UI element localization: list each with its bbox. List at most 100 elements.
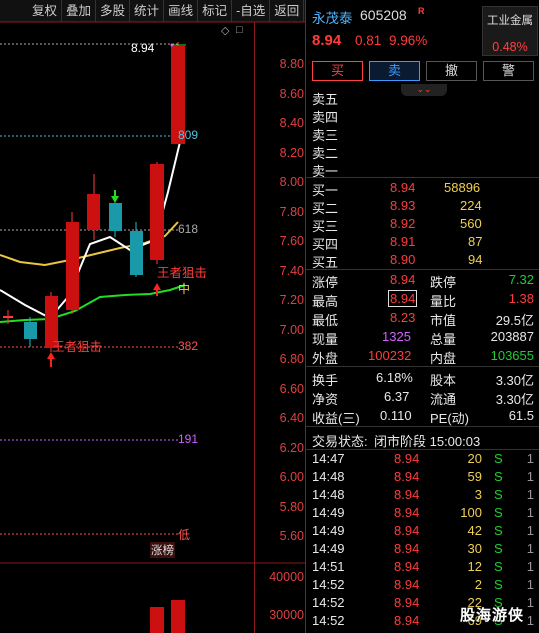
total-volume-value: 203887 bbox=[490, 329, 534, 344]
tick-time: 14:48 bbox=[312, 487, 345, 502]
volume-axis-label: 40000 bbox=[269, 570, 304, 584]
tick-side: S bbox=[494, 559, 503, 574]
tick-side: S bbox=[494, 451, 503, 466]
price-axis-label: 6.40 bbox=[279, 411, 304, 425]
tick-count: 1 bbox=[526, 541, 534, 556]
buy-level-volume: 87 bbox=[468, 234, 483, 249]
fund-row: 收益(三) 0.110 PE(动) 61.5 bbox=[306, 407, 539, 426]
share-capital-value: 3.30亿 bbox=[495, 373, 534, 388]
limit-up-value: 8.94 bbox=[390, 272, 416, 287]
stats-row: 现量 1325 总量 203887 bbox=[306, 328, 539, 347]
tick-price: 8.94 bbox=[394, 469, 420, 484]
tick-row: 14:48 8.94 59 S 1 bbox=[306, 469, 539, 487]
watermark-text: 股海游侠 bbox=[460, 607, 525, 624]
price-axis-label: 8.20 bbox=[279, 146, 304, 160]
toolbar-overlay-button[interactable]: 叠加 bbox=[62, 0, 97, 22]
stat-label: 内盘 bbox=[430, 351, 457, 366]
high-marker-dot bbox=[170, 43, 174, 47]
toolbar-stats-button[interactable]: 统计 bbox=[130, 0, 165, 22]
sell-book-row: 卖三 bbox=[306, 124, 539, 143]
stat-label: 换手 bbox=[312, 373, 339, 388]
tick-time: 14:49 bbox=[312, 523, 345, 538]
tick-volume: 30 bbox=[467, 541, 482, 556]
stat-label: 最低 bbox=[312, 313, 339, 328]
tick-price: 8.94 bbox=[394, 595, 420, 610]
tick-time: 14:49 bbox=[312, 541, 345, 556]
quote-panel: 永茂泰 605208 R 工业金属 0.48% 8.94 0.81 9.96% … bbox=[305, 0, 539, 633]
tick-price: 8.94 bbox=[394, 559, 420, 574]
tick-side: S bbox=[494, 541, 503, 556]
sell-book-row: 卖五 bbox=[306, 88, 539, 107]
tick-count: 1 bbox=[526, 559, 534, 574]
kline-chart[interactable]: ◇ □ 8.80 8.60 8.40 8.20 8.00 7.80 7.60 7… bbox=[0, 22, 305, 633]
toolbar-fuquan-button[interactable]: 复权 bbox=[28, 0, 63, 22]
green-down-arrow-icon bbox=[111, 196, 119, 203]
high-price-label: 8.94 bbox=[131, 41, 155, 55]
price-axis-label: 7.00 bbox=[279, 323, 304, 337]
sell-book-row: 卖四 bbox=[306, 106, 539, 125]
tick-count: 1 bbox=[526, 595, 534, 610]
industry-box[interactable]: 工业金属 0.48% bbox=[482, 6, 538, 56]
chart-diamond-icon[interactable]: ◇ bbox=[221, 24, 229, 37]
tick-price: 8.94 bbox=[394, 577, 420, 592]
fib-618-label: 618 bbox=[178, 222, 199, 236]
price-axis-label: 6.80 bbox=[279, 352, 304, 366]
turnover-value: 6.18% bbox=[376, 370, 413, 385]
toolbar-remove-favorite-button[interactable]: -自选 bbox=[232, 0, 271, 22]
candle bbox=[24, 322, 37, 339]
tick-time: 14:52 bbox=[312, 595, 345, 610]
candle bbox=[66, 222, 79, 310]
divider bbox=[306, 426, 539, 427]
price-axis-label: 6.60 bbox=[279, 382, 304, 396]
high-value: 8.94 bbox=[388, 290, 418, 307]
tick-count: 1 bbox=[526, 451, 534, 466]
price-axis-label: 8.40 bbox=[279, 116, 304, 130]
toolbar-draw-line-button[interactable]: 画线 bbox=[164, 0, 199, 22]
toolbar-multi-stock-button[interactable]: 多股 bbox=[96, 0, 131, 22]
buy-book-row: 买四 8.91 87 bbox=[306, 233, 539, 252]
tick-time: 14:49 bbox=[312, 505, 345, 520]
price-axis-label: 7.40 bbox=[279, 264, 304, 278]
volume-bar bbox=[150, 607, 164, 633]
buy-level-price: 8.91 bbox=[390, 234, 416, 249]
tick-row: 14:49 8.94 42 S 1 bbox=[306, 523, 539, 541]
stat-label: 流通 bbox=[430, 392, 457, 407]
chart-toolbar: 复权 叠加 多股 统计 画线 标记 -自选 返回 bbox=[0, 0, 305, 22]
buy-button[interactable]: 买 bbox=[312, 61, 363, 81]
low-value: 8.23 bbox=[390, 310, 416, 325]
price-axis-label: 6.20 bbox=[279, 441, 304, 455]
buy-book-row: 买二 8.93 224 bbox=[306, 197, 539, 216]
industry-name: 工业金属 bbox=[487, 15, 533, 27]
tick-volume: 100 bbox=[460, 505, 482, 520]
trade-status-label: 交易状态: bbox=[312, 434, 368, 449]
candle bbox=[109, 203, 122, 231]
toolbar-mark-button[interactable]: 标记 bbox=[198, 0, 233, 22]
stats-row: 涨停 8.94 跌停 7.32 bbox=[306, 271, 539, 290]
tick-side: S bbox=[494, 577, 503, 592]
tick-row: 14:48 8.94 3 S 1 bbox=[306, 487, 539, 505]
sell-button[interactable]: 卖 bbox=[369, 61, 420, 81]
cancel-button[interactable]: 撤 bbox=[426, 61, 477, 81]
zt-rank-label: 涨榜 bbox=[150, 542, 175, 558]
tick-side: S bbox=[494, 505, 503, 520]
inner-volume-value: 103655 bbox=[490, 348, 534, 363]
price-axis-label: 6.00 bbox=[279, 470, 304, 484]
tick-count: 1 bbox=[526, 469, 534, 484]
stat-label: 收益(三) bbox=[312, 411, 360, 426]
toolbar-back-button[interactable]: 返回 bbox=[270, 0, 305, 22]
chart-square-icon[interactable]: □ bbox=[236, 24, 243, 36]
tick-time: 14:51 bbox=[312, 559, 345, 574]
pe-value: 61.5 bbox=[508, 408, 534, 423]
tick-price: 8.94 bbox=[394, 523, 420, 538]
alert-button[interactable]: 警 bbox=[483, 61, 534, 81]
buy-book-row: 买五 8.90 94 bbox=[306, 251, 539, 270]
fib-809-label: 809 bbox=[178, 128, 199, 142]
stock-name[interactable]: 永茂泰 bbox=[312, 7, 353, 27]
outer-volume-value: 100232 bbox=[368, 348, 412, 363]
buy-level-volume: 58896 bbox=[444, 180, 481, 195]
market-cap-value: 29.5亿 bbox=[495, 313, 534, 328]
quote-header: 永茂泰 605208 R 工业金属 0.48% 8.94 0.81 9.96% … bbox=[306, 0, 539, 96]
signal-annotation-upper: 王者狙击 bbox=[157, 266, 208, 280]
price-change-pct: 9.96% bbox=[389, 33, 428, 48]
